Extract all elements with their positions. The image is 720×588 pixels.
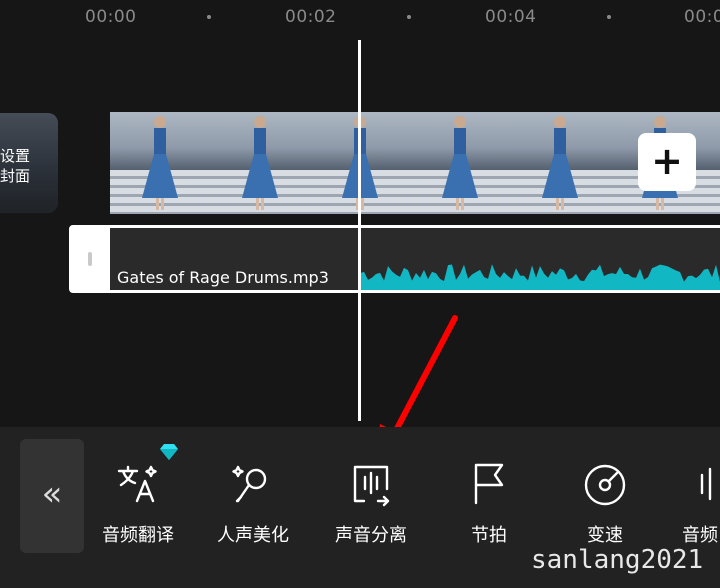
plus-icon: + xyxy=(651,139,683,183)
video-thumbnail xyxy=(510,112,610,214)
ruler-time-label: 00:04 xyxy=(485,7,537,27)
diamond-icon xyxy=(160,444,178,460)
translate-icon xyxy=(117,465,157,503)
audio-track[interactable]: Gates of Rage Drums.mp3 xyxy=(69,225,720,293)
ruler-time-label: 00:02 xyxy=(285,7,337,27)
tool-label: 人声美化 xyxy=(217,525,289,546)
tool-label: 节拍 xyxy=(471,525,507,546)
set-cover-button[interactable]: 设置 封面 xyxy=(0,113,58,213)
collapse-toolbar-button[interactable]: « xyxy=(20,439,84,553)
voice-beautify-button[interactable]: 人声美化 xyxy=(198,461,308,547)
add-clip-button[interactable]: + xyxy=(638,133,696,191)
flag-icon xyxy=(474,463,504,505)
audio-more-button[interactable]: 音频 xyxy=(664,461,720,547)
timeline-ruler[interactable]: 00:00 00:02 00:04 00:0 xyxy=(0,0,720,40)
video-track[interactable] xyxy=(110,112,720,214)
audio-file-name: Gates of Rage Drums.mp3 xyxy=(117,268,329,287)
video-thumbnail xyxy=(210,112,310,214)
ruler-time-label: 00:00 xyxy=(85,7,137,27)
video-thumbnail xyxy=(110,112,210,214)
audio-icon xyxy=(700,467,712,501)
playhead[interactable] xyxy=(358,40,361,421)
tool-label: 变速 xyxy=(587,525,623,546)
watermark: sanlang2021 xyxy=(531,545,704,575)
sound-separation-button[interactable]: 声音分离 xyxy=(316,461,426,547)
sound-separation-icon xyxy=(353,465,390,507)
tool-label: 音频 xyxy=(682,525,718,546)
set-cover-label: 设置 封面 xyxy=(0,147,31,185)
ruler-dot xyxy=(607,15,611,19)
double-chevron-left-icon: « xyxy=(41,474,63,514)
speed-button[interactable]: 变速 xyxy=(550,461,660,547)
video-thumbnail xyxy=(410,112,510,214)
ruler-dot xyxy=(407,15,411,19)
audio-trim-handle[interactable] xyxy=(72,228,110,290)
audio-translate-button[interactable]: 音频翻译 xyxy=(83,461,193,547)
tool-label: 音频翻译 xyxy=(102,525,174,546)
beat-button[interactable]: 节拍 xyxy=(434,461,544,547)
tool-label: 声音分离 xyxy=(335,525,407,546)
video-thumbnail xyxy=(710,112,720,214)
ruler-dot xyxy=(207,15,211,19)
speedometer-icon xyxy=(584,464,626,506)
microphone-magic-icon xyxy=(232,465,267,503)
ruler-time-label: 00:0 xyxy=(684,7,720,27)
